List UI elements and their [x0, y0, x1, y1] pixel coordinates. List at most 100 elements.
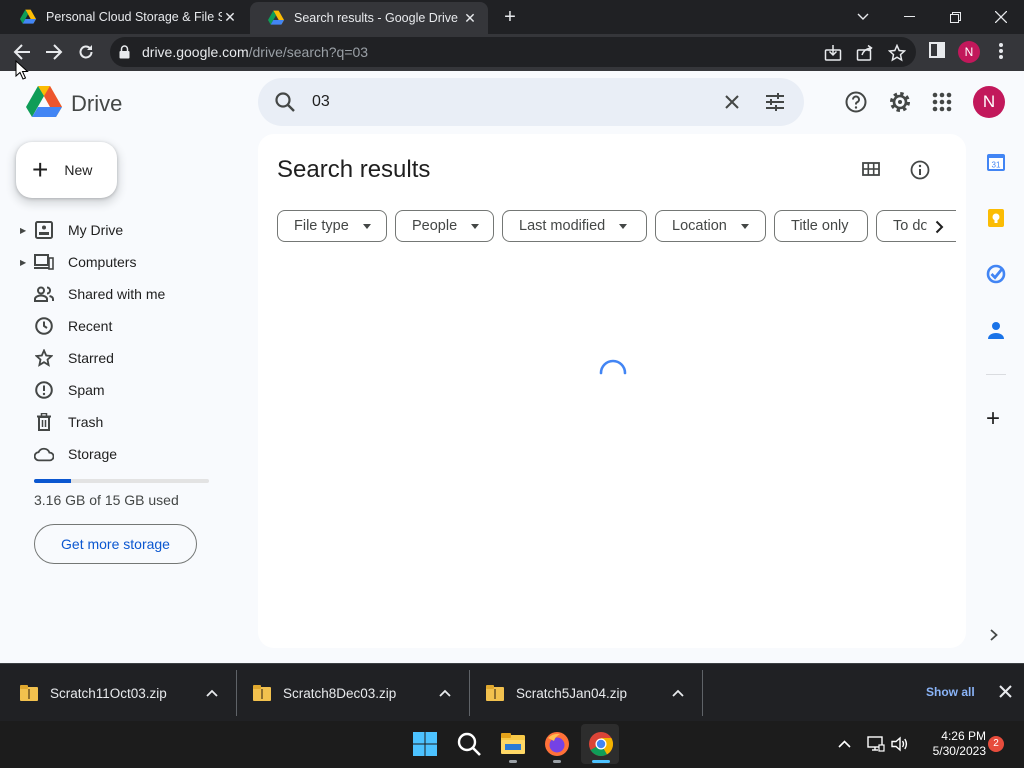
filter-chip-file-type[interactable]: File type	[277, 210, 387, 242]
chevron-up-icon[interactable]	[672, 689, 684, 697]
calendar-day: 31	[992, 161, 1001, 170]
chrome-icon[interactable]	[587, 730, 615, 758]
download-filename: Scratch11Oct03.zip	[50, 685, 167, 701]
bookmark-star-icon[interactable]	[888, 44, 906, 62]
forward-button[interactable]	[41, 39, 67, 65]
browser-tab-drive-home[interactable]: Personal Cloud Storage & File Sh ✕	[2, 0, 248, 34]
tab-close-icon[interactable]: ✕	[462, 10, 478, 27]
share-icon[interactable]	[856, 44, 874, 62]
download-item[interactable]: Scratch8Dec03.zip	[253, 664, 451, 722]
arrow-right-icon	[46, 44, 63, 60]
filter-chip-people[interactable]: People	[395, 210, 494, 242]
keep-notes-icon[interactable]	[986, 208, 1006, 228]
filter-chip-label: To do	[893, 218, 929, 234]
download-filename: Scratch5Jan04.zip	[516, 685, 628, 701]
install-app-icon[interactable]	[824, 44, 842, 62]
cloud-icon	[34, 444, 54, 464]
download-item[interactable]: Scratch5Jan04.zip	[486, 664, 684, 722]
sidebar-item-shared[interactable]: Shared with me	[20, 278, 240, 310]
search-input[interactable]	[312, 90, 712, 114]
downloads-bar: Scratch11Oct03.zip Scratch8Dec03.zip Scr…	[0, 663, 1024, 721]
computers-icon	[34, 252, 54, 272]
taskbar-search-icon[interactable]	[455, 730, 483, 758]
mouse-cursor-icon	[15, 60, 29, 80]
help-icon[interactable]	[844, 90, 868, 114]
new-button[interactable]: + New	[16, 142, 117, 198]
browser-profile-avatar[interactable]: N	[958, 41, 980, 63]
sidebar-item-label: My Drive	[68, 222, 124, 238]
sidebar-item-spam[interactable]: Spam	[20, 374, 240, 406]
expand-caret-icon[interactable]: ▶	[20, 258, 34, 267]
contacts-icon[interactable]	[986, 320, 1006, 340]
expand-side-panel-icon[interactable]	[989, 628, 999, 642]
sidebar-item-starred[interactable]: Starred	[20, 342, 240, 374]
network-icon[interactable]	[867, 736, 885, 752]
star-icon	[34, 348, 54, 368]
app-name[interactable]: Drive	[71, 91, 122, 117]
clock-time: 4:26 PM	[941, 729, 986, 743]
download-item[interactable]: Scratch11Oct03.zip	[20, 664, 218, 722]
expand-caret-icon[interactable]: ▶	[20, 226, 34, 235]
tab-close-icon[interactable]: ✕	[222, 9, 238, 26]
sidebar-item-label: Starred	[68, 350, 114, 366]
side-panel-divider	[986, 374, 1006, 375]
clear-search-icon[interactable]	[720, 90, 744, 114]
new-tab-button[interactable]: +	[499, 6, 521, 28]
drive-logo[interactable]	[26, 86, 62, 118]
windows-start-icon[interactable]	[411, 730, 439, 758]
info-icon[interactable]	[910, 160, 930, 180]
volume-icon[interactable]	[891, 736, 909, 752]
search-options-icon[interactable]	[763, 90, 787, 114]
chevron-up-icon[interactable]	[439, 689, 451, 697]
shared-icon	[34, 284, 54, 304]
filter-chip-title-only[interactable]: Title only	[774, 210, 868, 242]
chevron-up-icon[interactable]	[206, 689, 218, 697]
calendar-icon[interactable]: 31	[986, 152, 1006, 172]
sidebar-item-storage[interactable]: Storage	[20, 438, 240, 470]
address-bar[interactable]: drive.google.com/drive/search?q=03	[110, 37, 916, 67]
drive-favicon-icon	[268, 10, 284, 25]
filter-chip-last-modified[interactable]: Last modified	[502, 210, 647, 242]
system-clock[interactable]: 4:26 PM 5/30/2023	[918, 729, 986, 759]
sidebar-item-trash[interactable]: Trash	[20, 406, 240, 438]
browser-menu-icon[interactable]	[998, 42, 1004, 60]
trash-icon	[34, 412, 54, 432]
lock-icon[interactable]	[119, 45, 130, 59]
scroll-filters-right-button[interactable]	[926, 214, 952, 240]
sidebar-item-computers[interactable]: ▶ Computers	[20, 246, 240, 278]
search-icon[interactable]	[274, 91, 296, 113]
windows-taskbar: 4:26 PM 5/30/2023 2	[0, 721, 1024, 768]
minimize-button[interactable]	[886, 0, 932, 34]
tasks-icon[interactable]	[986, 264, 1006, 284]
file-explorer-icon[interactable]	[499, 730, 527, 758]
show-hidden-icons-chevron-icon[interactable]	[838, 740, 851, 748]
side-panel-icon[interactable]	[929, 42, 945, 58]
grid-view-icon[interactable]	[862, 160, 880, 178]
window-close-button[interactable]	[978, 0, 1024, 34]
restore-button[interactable]	[932, 0, 978, 34]
my-drive-icon	[34, 220, 54, 240]
tab-search-chevron-icon[interactable]	[840, 0, 886, 34]
add-addon-icon[interactable]: +	[986, 407, 1000, 431]
filter-chip-label: Last modified	[519, 218, 606, 234]
clock-icon	[34, 316, 54, 336]
firefox-icon[interactable]	[543, 730, 571, 758]
browser-tab-bar: Personal Cloud Storage & File Sh ✕ Searc…	[0, 0, 1024, 34]
sidebar-item-label: Storage	[68, 446, 118, 462]
google-apps-icon[interactable]	[930, 90, 954, 114]
get-more-storage-button[interactable]: Get more storage	[34, 524, 197, 564]
sidebar-item-recent[interactable]: Recent	[20, 310, 240, 342]
notification-badge[interactable]: 2	[988, 736, 1004, 752]
settings-gear-icon[interactable]	[888, 90, 912, 114]
sidebar-item-label: Spam	[68, 382, 105, 398]
account-avatar[interactable]: N	[973, 86, 1005, 118]
reload-button[interactable]	[73, 39, 99, 65]
show-all-downloads-link[interactable]: Show all	[926, 685, 975, 699]
close-downloads-icon[interactable]	[999, 685, 1012, 698]
browser-toolbar: drive.google.com/drive/search?q=03 N	[0, 34, 1024, 71]
search-results-panel: Search results File type People Last mod…	[258, 134, 966, 648]
filter-chip-location[interactable]: Location	[655, 210, 766, 242]
sidebar-item-my-drive[interactable]: ▶ My Drive	[20, 214, 240, 246]
storage-usage-bar	[34, 479, 209, 483]
browser-tab-search-results[interactable]: Search results - Google Drive ✕	[250, 2, 488, 34]
